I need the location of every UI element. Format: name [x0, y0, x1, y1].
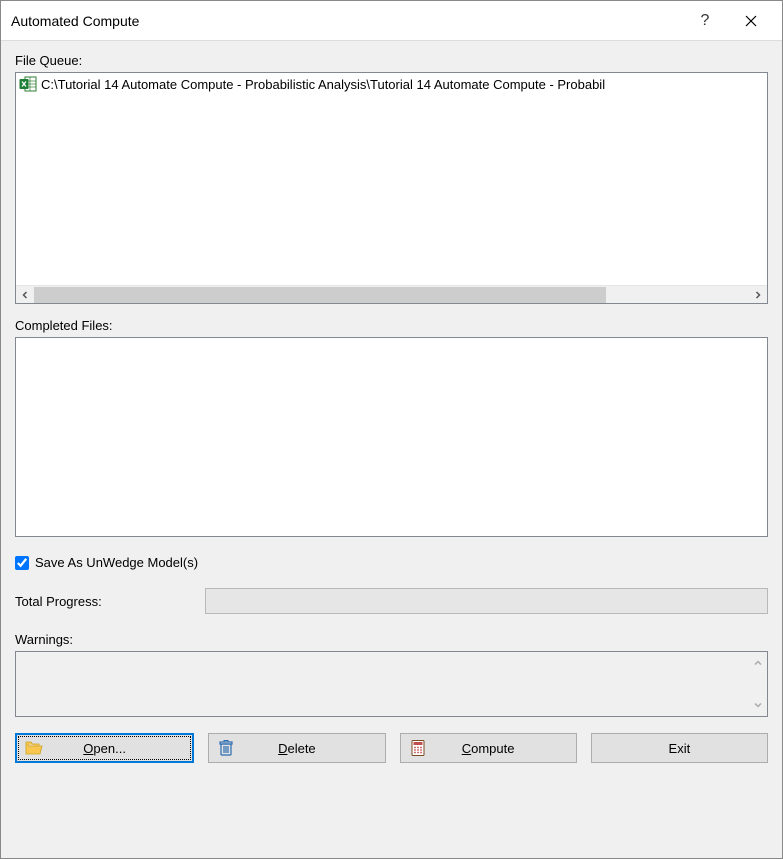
- compute-button[interactable]: Compute: [400, 733, 577, 763]
- total-progress-row: Total Progress:: [15, 588, 768, 614]
- file-path: C:\Tutorial 14 Automate Compute - Probab…: [41, 77, 605, 92]
- completed-files-content: [16, 338, 767, 518]
- total-progress-label: Total Progress:: [15, 594, 205, 609]
- scroll-up-arrow[interactable]: [749, 654, 767, 672]
- button-row: Open... Delete Compute Ex: [15, 733, 768, 763]
- close-button[interactable]: [728, 5, 774, 37]
- save-as-label: Save As UnWedge Model(s): [35, 555, 198, 570]
- delete-button[interactable]: Delete: [208, 733, 385, 763]
- warnings-textbox[interactable]: [15, 651, 768, 717]
- exit-button-label: Exit: [669, 741, 691, 756]
- calculator-icon: [409, 739, 427, 757]
- window-title: Automated Compute: [11, 13, 682, 29]
- scroll-down-arrow[interactable]: [749, 696, 767, 714]
- close-icon: [745, 15, 757, 27]
- save-as-checkbox-row[interactable]: Save As UnWedge Model(s): [15, 555, 768, 570]
- completed-files-listbox[interactable]: [15, 337, 768, 537]
- trash-icon: [217, 739, 235, 757]
- warnings-label: Warnings:: [15, 632, 768, 647]
- open-button[interactable]: Open...: [15, 733, 194, 763]
- list-item[interactable]: C:\Tutorial 14 Automate Compute - Probab…: [19, 75, 764, 93]
- help-button[interactable]: ?: [682, 5, 728, 37]
- scroll-thumb[interactable]: [34, 287, 606, 303]
- exit-button[interactable]: Exit: [591, 733, 768, 763]
- total-progress-bar: [205, 588, 768, 614]
- horizontal-scrollbar[interactable]: [16, 285, 767, 303]
- folder-open-icon: [25, 739, 43, 757]
- file-queue-content: C:\Tutorial 14 Automate Compute - Probab…: [16, 73, 767, 285]
- titlebar: Automated Compute ?: [1, 1, 782, 41]
- scroll-right-arrow[interactable]: [749, 286, 767, 304]
- dialog-body: File Queue: C:\Tutorial 14 Automate Comp…: [1, 41, 782, 858]
- file-queue-listbox[interactable]: C:\Tutorial 14 Automate Compute - Probab…: [15, 72, 768, 304]
- vertical-scrollbar[interactable]: [749, 652, 767, 716]
- scroll-track[interactable]: [34, 286, 749, 303]
- excel-file-icon: [19, 75, 37, 93]
- save-as-checkbox[interactable]: [15, 556, 29, 570]
- file-queue-label: File Queue:: [15, 53, 768, 68]
- compute-button-label: Compute: [462, 741, 515, 756]
- delete-button-label: Delete: [278, 741, 316, 756]
- open-button-label: Open...: [83, 741, 126, 756]
- scroll-left-arrow[interactable]: [16, 286, 34, 304]
- completed-files-label: Completed Files:: [15, 318, 768, 333]
